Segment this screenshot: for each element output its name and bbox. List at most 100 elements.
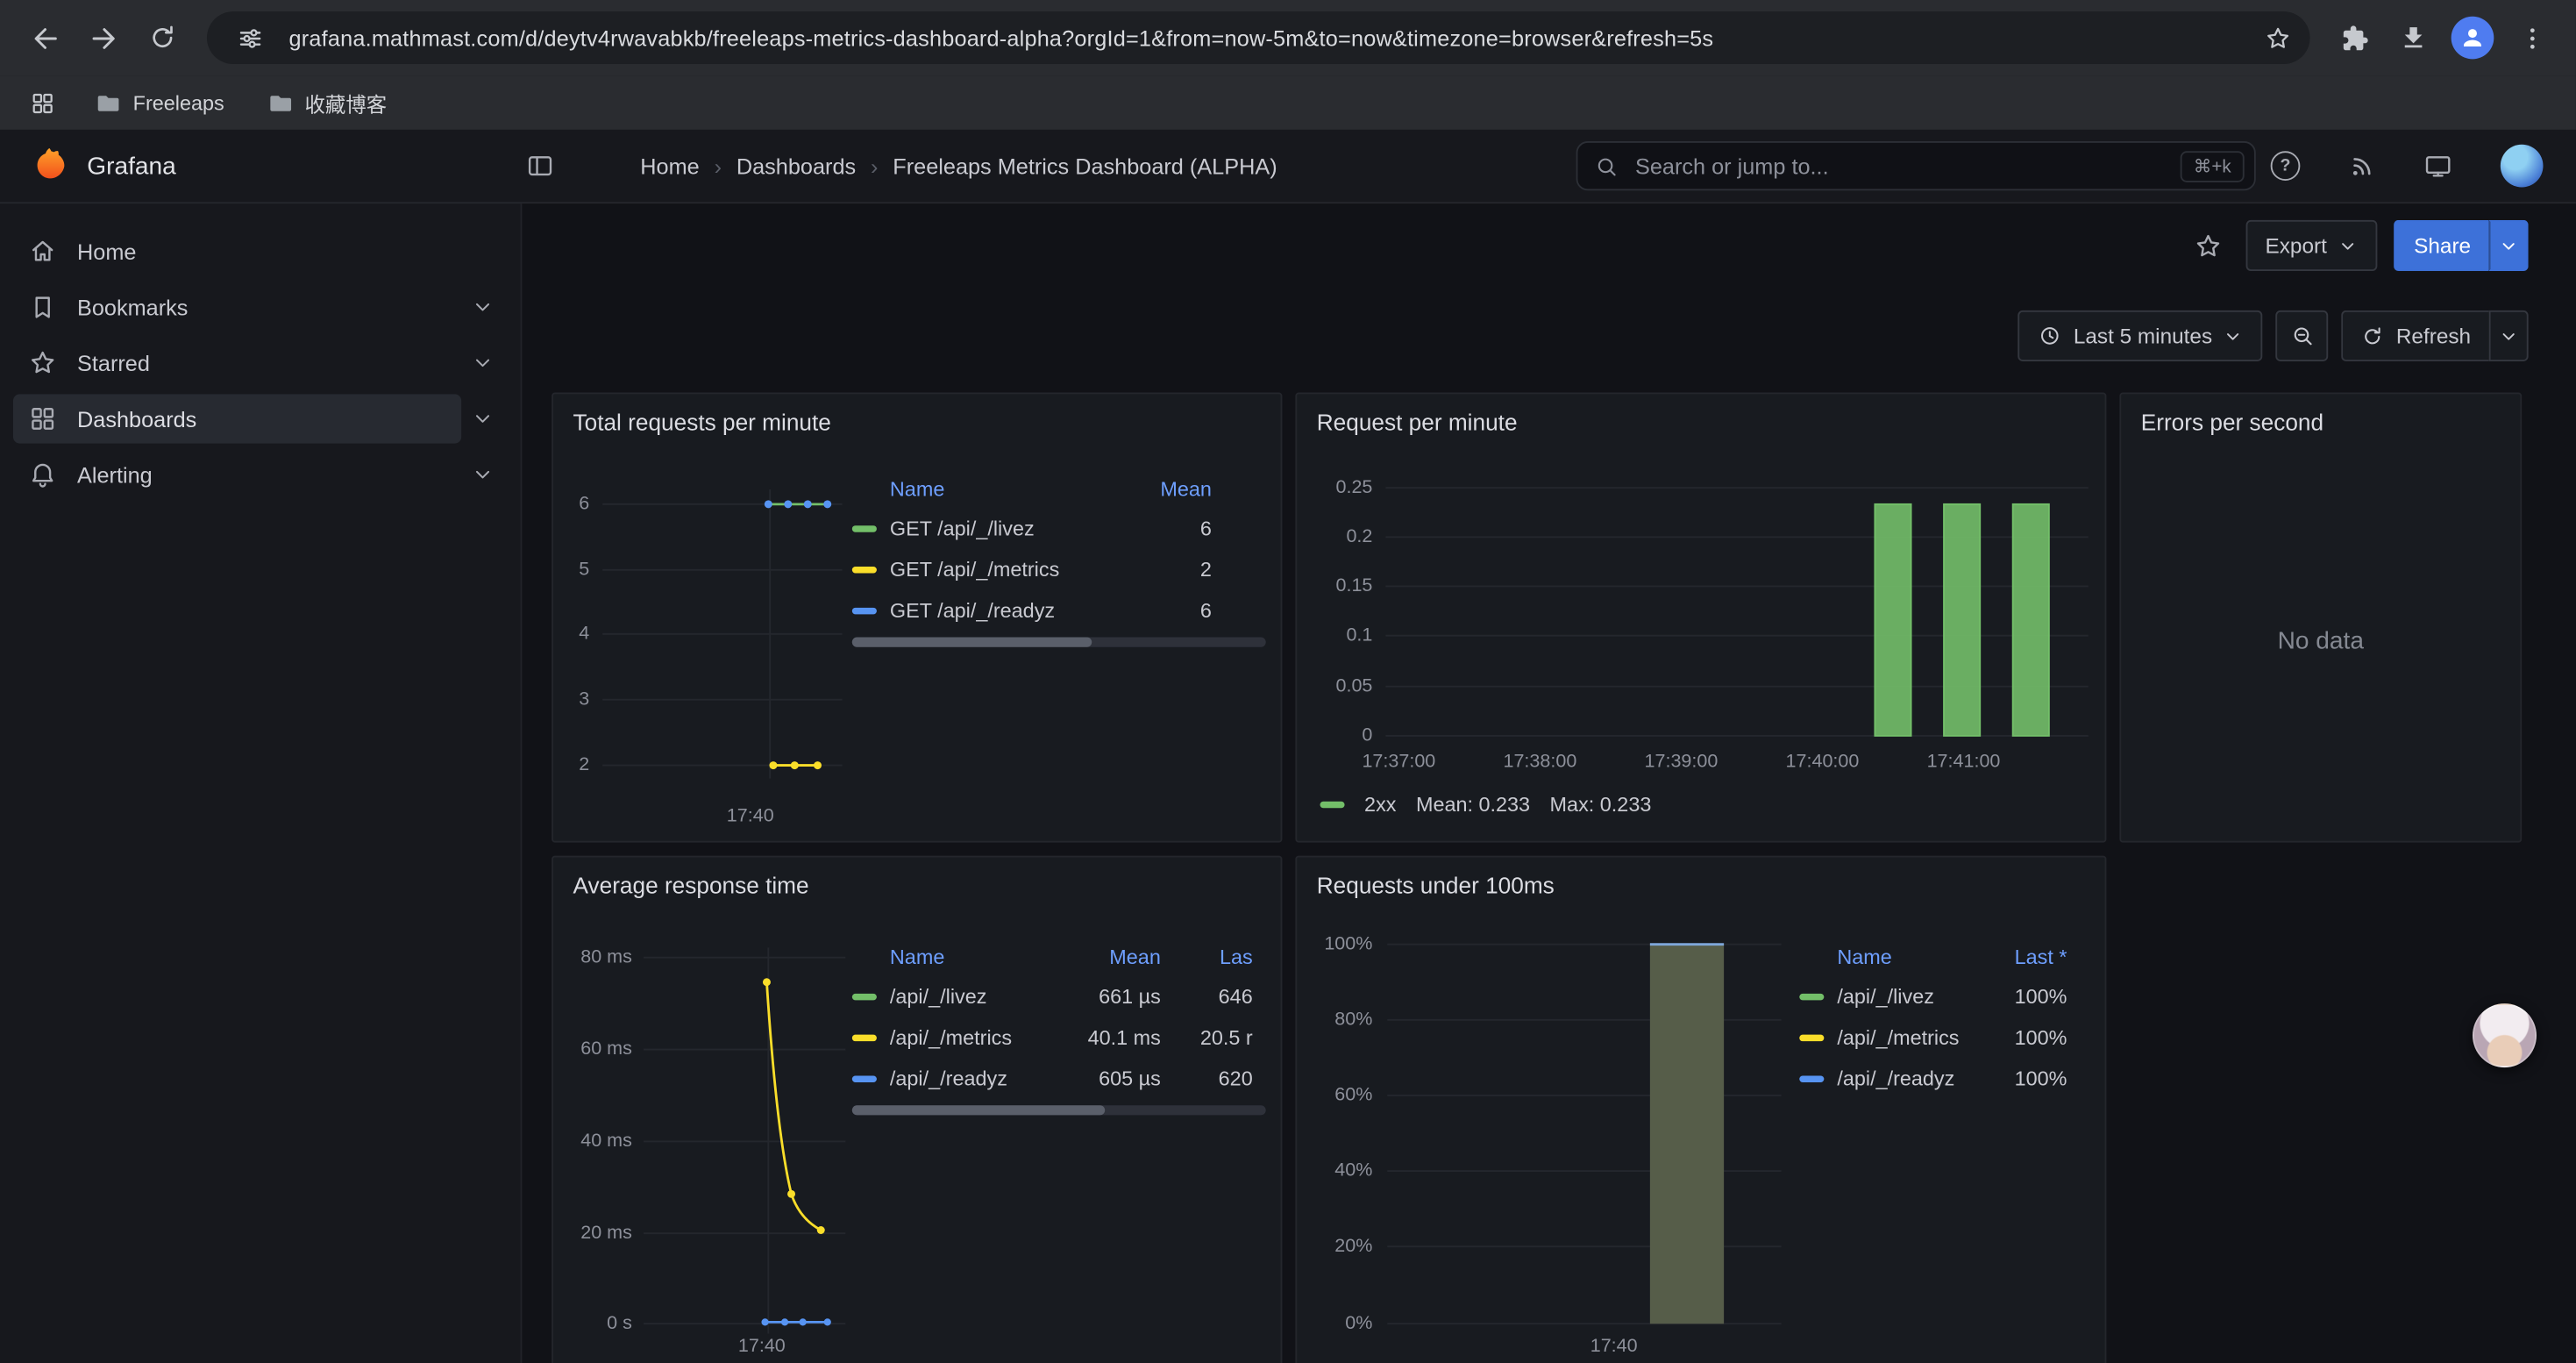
export-button[interactable]: Export <box>2245 220 2378 271</box>
apps-grid-button[interactable] <box>19 80 65 125</box>
y-axis-tick: 80 ms <box>557 946 632 969</box>
x-axis-tick: 17:38:00 <box>1491 751 1589 774</box>
series-mean: 605 µs <box>1078 1067 1161 1089</box>
share-button[interactable]: Share <box>2395 220 2489 271</box>
profile-button[interactable] <box>2444 10 2501 66</box>
series-last: 100% <box>1982 1025 2087 1048</box>
kiosk-mode-button[interactable] <box>2416 145 2459 188</box>
bookmark-folder-freeleaps[interactable]: Freeleaps <box>82 84 238 120</box>
breadcrumb-dashboards[interactable]: Dashboards <box>700 153 856 178</box>
sidebar-expand-alerting[interactable] <box>461 453 504 496</box>
panel-average-response-time: Average response time 80 ms 60 ms 40 ms … <box>551 856 1282 1363</box>
scrollbar-thumb[interactable] <box>852 1105 1105 1115</box>
series-name[interactable]: 2xx <box>1364 793 1396 816</box>
y-axis-tick: 3 <box>557 689 589 711</box>
sidebar-expand-bookmarks[interactable] <box>461 286 504 329</box>
mega-menu-toggle[interactable] <box>525 151 555 181</box>
request-per-minute-chart <box>1297 394 2106 842</box>
refresh-interval-chevron[interactable] <box>2489 310 2529 361</box>
legend-row[interactable]: GET /api/_/metrics 2 <box>852 548 1266 589</box>
legend-row[interactable]: /api/_/metrics 40.1 ms 20.5 r <box>852 1017 1266 1058</box>
star-icon <box>28 348 58 378</box>
sidebar-row-home: Home <box>0 224 521 280</box>
legend-row[interactable]: /api/_/readyz 100% <box>1799 1058 2087 1099</box>
breadcrumb-home[interactable]: Home <box>640 153 699 178</box>
sidebar-item-starred[interactable]: Starred <box>13 339 461 388</box>
share-label: Share <box>2414 233 2471 258</box>
y-axis-tick: 40% <box>1300 1160 1372 1182</box>
favorite-dashboard-button[interactable] <box>2187 225 2230 268</box>
panel-total-requests: Total requests per minute 6 5 4 3 2 17:4… <box>551 393 1282 843</box>
url-bar[interactable]: grafana.mathmast.com/d/deytv4rwavabkb/fr… <box>207 11 2310 64</box>
zoom-out-button[interactable] <box>2276 310 2329 361</box>
star-outline-icon <box>2263 24 2291 52</box>
legend-col-mean[interactable]: Mean <box>1072 478 1266 501</box>
legend-row[interactable]: /api/_/livez 661 µs 646 <box>852 975 1266 1017</box>
search-shortcut-badge: ⌘+k <box>2181 150 2245 182</box>
site-controls-icon[interactable] <box>226 15 272 61</box>
series-name: GET /api/_/metrics <box>890 558 1072 581</box>
user-avatar[interactable] <box>2494 138 2550 194</box>
refresh-button[interactable]: Refresh <box>2342 310 2489 361</box>
panel-title[interactable]: Errors per second <box>2141 409 2323 435</box>
tune-icon <box>236 24 264 52</box>
breadcrumb: Home Dashboards Freeleaps Metrics Dashbo… <box>640 153 1277 178</box>
back-button[interactable] <box>17 10 73 66</box>
legend-row[interactable]: /api/_/livez 100% <box>1799 975 2087 1017</box>
chevron-down-icon <box>2499 326 2518 346</box>
legend-row[interactable]: GET /api/_/livez 6 <box>852 508 1266 549</box>
bookmark-folder-blogs[interactable]: 收藏博客 <box>253 82 400 124</box>
scrollbar-thumb[interactable] <box>852 638 1092 647</box>
search-input[interactable] <box>1632 152 2167 180</box>
sidebar-expand-dashboards[interactable] <box>461 397 504 440</box>
news-button[interactable] <box>2341 146 2382 187</box>
search-icon <box>1594 153 1619 178</box>
floating-avatar[interactable] <box>2473 1003 2537 1067</box>
time-range-picker[interactable]: Last 5 minutes <box>2017 310 2263 361</box>
screen: grafana.mathmast.com/d/deytv4rwavabkb/fr… <box>0 0 2576 1363</box>
chevron-down-icon <box>471 296 494 318</box>
legend-col-last[interactable]: Last * <box>1982 946 2087 969</box>
y-axis-tick: 5 <box>557 559 589 582</box>
series-color-dash <box>852 607 877 613</box>
refresh-split-button: Refresh <box>2342 310 2529 361</box>
x-axis-tick: 17:40 <box>722 1335 801 1358</box>
help-button[interactable] <box>2264 145 2307 188</box>
browser-menu-button[interactable] <box>2504 10 2560 66</box>
legend-scrollbar[interactable] <box>852 638 1266 647</box>
chevron-down-icon <box>2224 326 2243 346</box>
legend-scrollbar[interactable] <box>852 1105 1266 1115</box>
legend-col-name[interactable]: Name <box>1799 946 1982 969</box>
legend-col-mean[interactable]: Mean <box>1078 946 1161 969</box>
sidebar-item-dashboards[interactable]: Dashboards <box>13 394 461 443</box>
downloads-button[interactable] <box>2386 10 2442 66</box>
legend-row[interactable]: /api/_/readyz 605 µs 620 <box>852 1058 1266 1099</box>
y-axis-tick: 60 ms <box>557 1038 632 1060</box>
sidebar-item-label: Alerting <box>77 462 153 487</box>
share-menu-chevron[interactable] <box>2489 220 2529 271</box>
legend-col-last[interactable]: Las <box>1174 946 1266 969</box>
series-name: /api/_/metrics <box>1837 1025 1982 1048</box>
y-axis-tick: 0% <box>1300 1312 1372 1335</box>
help-icon <box>2271 151 2301 181</box>
sidebar-item-bookmarks[interactable]: Bookmarks <box>13 282 461 332</box>
sidebar-item-alerting[interactable]: Alerting <box>13 450 461 499</box>
extensions-button[interactable] <box>2326 10 2382 66</box>
chevron-down-icon <box>471 463 494 486</box>
legend-row[interactable]: /api/_/metrics 100% <box>1799 1017 2087 1058</box>
search-box[interactable]: ⌘+k <box>1576 141 2256 190</box>
reload-button[interactable] <box>135 10 191 66</box>
legend-row[interactable]: GET /api/_/readyz 6 <box>852 589 1266 631</box>
sidebar-item-home[interactable]: Home <box>13 226 461 275</box>
grafana-logo[interactable] <box>32 148 68 184</box>
sidebar-expand-starred[interactable] <box>461 341 504 384</box>
y-axis-tick: 100% <box>1300 933 1372 956</box>
bookmark-star-icon[interactable] <box>2254 15 2300 61</box>
download-icon <box>2399 23 2429 53</box>
bookmarks-bar: Freeleaps 收藏博客 <box>0 75 2576 130</box>
y-axis-tick: 0.15 <box>1304 574 1373 597</box>
home-icon <box>28 237 58 267</box>
legend-col-name[interactable]: Name <box>852 478 1072 501</box>
forward-button[interactable] <box>75 10 132 66</box>
legend-col-name[interactable]: Name <box>852 946 1078 969</box>
